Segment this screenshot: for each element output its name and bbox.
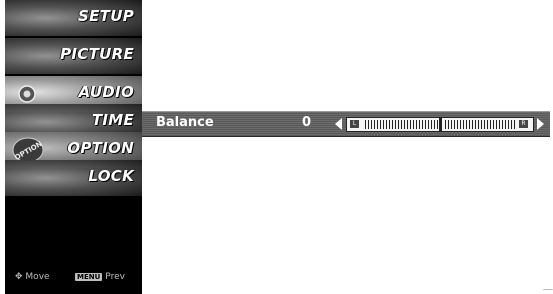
slider-tick <box>460 120 461 129</box>
slider-tick <box>508 120 509 129</box>
slider-tick <box>392 120 393 129</box>
balance-slider[interactable]: L R <box>346 117 534 132</box>
slider-tick <box>422 120 423 129</box>
slider-tick <box>416 120 417 129</box>
menu-item-lock[interactable]: LOCK <box>5 160 142 196</box>
slider-tick <box>445 120 446 129</box>
menu-item-label: LOCK <box>88 167 134 185</box>
slider-tick <box>404 120 405 129</box>
slider-tick <box>368 120 369 129</box>
slider-tick <box>490 120 491 129</box>
slider-tick <box>410 120 411 129</box>
slider-tick <box>472 120 473 129</box>
slider-tick <box>511 120 512 129</box>
prev-hint: MENU Prev <box>75 272 125 282</box>
slider-tick <box>475 120 476 129</box>
slider-tick <box>386 120 387 129</box>
menu-item-label: PICTURE <box>60 45 134 63</box>
menu-item-label: TIME <box>91 111 134 129</box>
slider-tick <box>377 120 378 129</box>
slider-ticks-left <box>365 120 440 129</box>
slider-tick <box>481 120 482 129</box>
slider-tick <box>493 120 494 129</box>
prev-label: Prev <box>105 272 125 282</box>
corner-decoration <box>543 289 553 292</box>
balance-control[interactable]: Balance 0 L R <box>142 111 550 137</box>
slider-tick <box>431 120 432 129</box>
menu-item-setup[interactable]: SETUP <box>5 0 142 36</box>
slider-tick <box>380 120 381 129</box>
slider-tick <box>374 120 375 129</box>
osd-menu-panel: SETUP PICTURE AUDIO TIME OPTION OPTION L… <box>5 0 142 294</box>
slider-tick <box>413 120 414 129</box>
slider-tick <box>383 120 384 129</box>
slider-tick <box>514 120 515 129</box>
slider-tick <box>371 120 372 129</box>
left-channel-icon: L <box>350 120 359 128</box>
slider-tick <box>469 120 470 129</box>
left-arrow-icon[interactable] <box>335 118 342 130</box>
slider-tick <box>457 120 458 129</box>
menu-item-label: AUDIO <box>78 83 134 101</box>
slider-tick <box>502 120 503 129</box>
slider-position-indicator <box>439 118 442 131</box>
menu-item-label: OPTION <box>67 139 134 157</box>
right-arrow-icon[interactable] <box>537 118 544 130</box>
slider-tick <box>419 120 420 129</box>
slider-tick <box>395 120 396 129</box>
audio-icon <box>18 85 36 103</box>
menu-item-label: SETUP <box>78 7 134 25</box>
slider-tick <box>398 120 399 129</box>
slider-tick <box>437 120 438 129</box>
slider-tick <box>365 120 366 129</box>
slider-tick <box>451 120 452 129</box>
slider-tick <box>499 120 500 129</box>
slider-tick <box>407 120 408 129</box>
menu-key-icon: MENU <box>75 273 103 281</box>
slider-tick <box>434 120 435 129</box>
slider-tick <box>425 120 426 129</box>
move-hint: ✥ Move <box>15 272 50 282</box>
slider-tick <box>484 120 485 129</box>
move-icon: ✥ <box>15 272 23 282</box>
slider-tick <box>428 120 429 129</box>
navigation-hints: ✥ Move MENU Prev <box>5 270 142 290</box>
slider-tick <box>463 120 464 129</box>
slider-tick <box>505 120 506 129</box>
slider-tick <box>448 120 449 129</box>
right-channel-icon: R <box>519 120 528 128</box>
slider-ticks-right <box>445 120 515 129</box>
slider-tick <box>487 120 488 129</box>
slider-tick <box>496 120 497 129</box>
balance-label: Balance <box>156 115 214 130</box>
menu-item-picture[interactable]: PICTURE <box>5 38 142 74</box>
balance-value: 0 <box>302 115 312 130</box>
slider-tick <box>389 120 390 129</box>
slider-tick <box>454 120 455 129</box>
slider-tick <box>466 120 467 129</box>
move-label: Move <box>25 272 50 282</box>
slider-tick <box>478 120 479 129</box>
slider-tick <box>401 120 402 129</box>
